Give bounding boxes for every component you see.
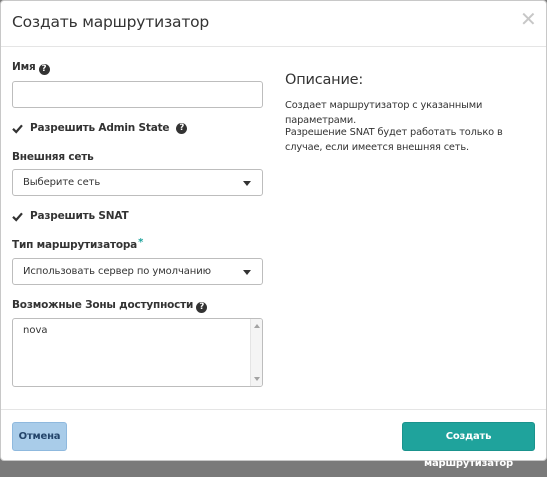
question-circle-icon[interactable]: ?	[196, 302, 208, 313]
description-paragraph-2: Разрешение SNAT будет работать только в …	[285, 127, 503, 153]
modal-header: Создать маршрутизатор ✕	[1, 1, 546, 47]
caret-down-icon	[243, 181, 251, 186]
name-label: Имя	[12, 61, 36, 73]
modal-title: Создать маршрутизатор	[12, 13, 210, 31]
name-label-row: Имя?	[12, 61, 50, 75]
question-circle-icon[interactable]: ?	[176, 122, 188, 134]
router-type-selected: Использовать сервер по умолчанию	[23, 266, 211, 277]
external-network-selected: Выберите сеть	[23, 177, 101, 188]
scroll-up-arrow-icon[interactable]	[254, 324, 260, 328]
router-type-select[interactable]: Использовать сервер по умолчанию	[12, 258, 263, 285]
listbox-scrollbar[interactable]	[250, 319, 262, 386]
router-type-label: Тип маршрутизатора	[12, 239, 138, 251]
caret-down-icon	[243, 270, 251, 275]
admin-state-row: Разрешить Admin State?	[12, 121, 188, 135]
modal-footer: Отмена Создать маршрутизатор	[1, 409, 546, 469]
enable-snat-label[interactable]: Разрешить SNAT	[30, 210, 129, 222]
scroll-down-arrow-icon[interactable]	[254, 377, 260, 381]
availability-zones-label: Возможные Зоны доступности	[12, 299, 194, 311]
create-router-button[interactable]: Создать маршрутизатор	[402, 422, 535, 469]
close-icon[interactable]: ✕	[520, 9, 537, 29]
description-title: Описание:	[285, 72, 364, 88]
availability-zones-listbox[interactable]: nova	[12, 318, 263, 387]
checkmark-icon	[12, 124, 23, 134]
description-paragraph-1: Создает маршрутизатор с указанными парам…	[285, 100, 483, 126]
external-network-label: Внешняя сеть	[12, 151, 94, 163]
admin-state-checkbox[interactable]	[12, 123, 23, 134]
question-circle-icon[interactable]: ?	[38, 64, 50, 75]
router-type-label-row: Тип маршрутизатора*	[12, 237, 143, 251]
enable-snat-checkbox[interactable]	[12, 211, 23, 222]
cancel-button[interactable]: Отмена	[12, 422, 67, 451]
checkmark-icon	[12, 212, 23, 222]
external-network-select[interactable]: Выберите сеть	[12, 169, 263, 196]
admin-state-label[interactable]: Разрешить Admin State	[30, 122, 170, 134]
router-name-input[interactable]	[12, 81, 263, 108]
availability-zones-label-row: Возможные Зоны доступности?	[12, 299, 208, 313]
enable-snat-row: Разрешить SNAT	[12, 209, 129, 223]
create-router-modal: Создать маршрутизатор ✕ Имя? Разрешить A…	[0, 0, 547, 469]
availability-zone-option[interactable]: nova	[23, 325, 48, 336]
required-marker: *	[138, 237, 144, 248]
